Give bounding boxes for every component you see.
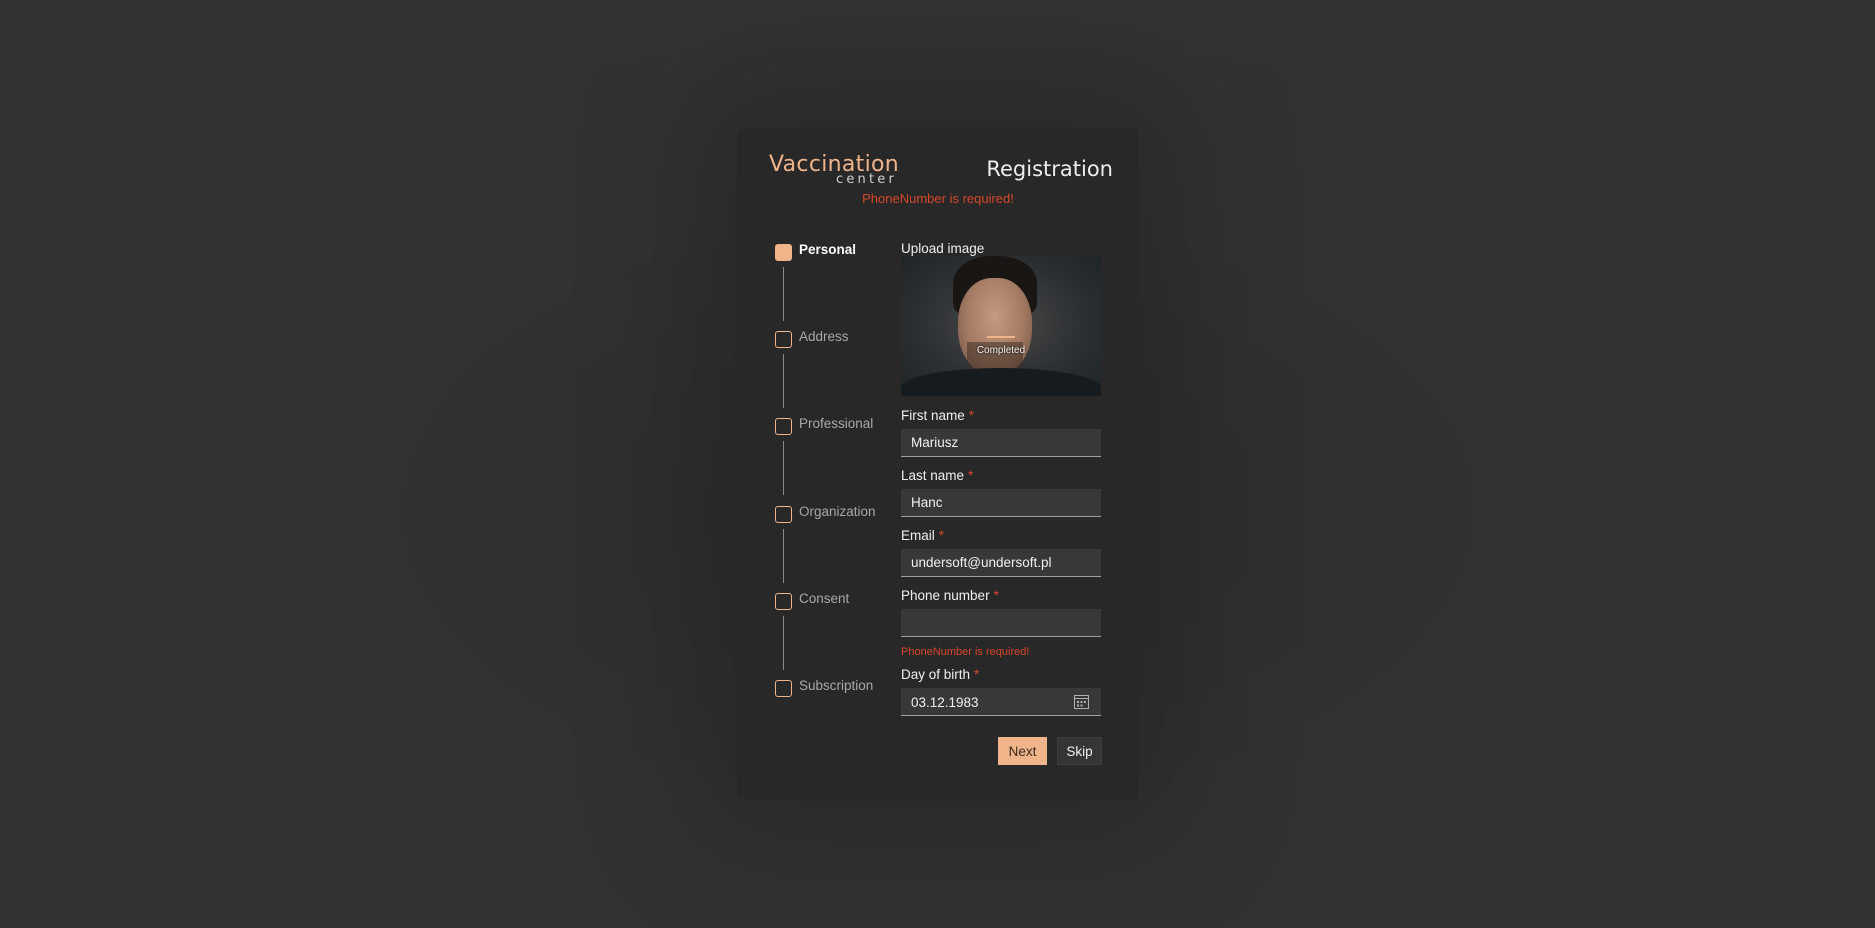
vaccination-center-logo: Vaccination center [769,154,899,187]
step-label: Personal [799,242,857,257]
required-marker: * [993,588,999,603]
skip-button[interactable]: Skip [1057,737,1102,765]
required-marker: * [974,667,980,682]
step-connector [783,267,784,321]
form-error-message: PhoneNumber is required! [862,191,1014,206]
upload-status: Completed [976,345,1026,356]
step-connector [783,441,784,495]
phone-number-error: PhoneNumber is required! [901,646,1030,658]
email-input[interactable] [901,549,1101,577]
day-of-birth-label: Day of birth * [901,667,980,682]
day-of-birth-value: 03.12.1983 [911,695,979,710]
first-name-field: First name * [901,408,1101,457]
upload-progress-bar [987,336,1015,338]
step-checkbox[interactable] [775,680,792,697]
calendar-icon[interactable] [1074,694,1089,709]
upload-image-label: Upload image [901,241,985,256]
required-marker: * [968,468,974,483]
email-field: Email * [901,528,1101,577]
photo-portrait-shoulders [901,368,1101,396]
registration-card: Vaccination center Registration PhoneNum… [737,129,1139,799]
day-of-birth-input[interactable]: 03.12.1983 [901,688,1101,716]
step-checkbox[interactable] [775,506,792,523]
profile-photo-upload[interactable]: Completed [901,256,1101,396]
required-marker: * [968,408,975,423]
step-connector [783,354,784,408]
required-marker: * [938,528,945,543]
step-checkbox[interactable] [775,244,792,261]
step-label: Organization [799,504,876,519]
step-checkbox[interactable] [775,593,792,610]
step-label: Address [799,329,849,344]
step-connector [783,616,784,670]
first-name-input[interactable] [901,429,1101,457]
day-of-birth-field: Day of birth * 03.12.1983 [901,667,1101,716]
step-checkbox[interactable] [775,331,792,348]
next-button[interactable]: Next [998,737,1047,765]
step-connector [783,529,784,583]
first-name-label: First name * [901,408,975,423]
phone-number-field: Phone number * PhoneNumber is required! [901,588,1101,658]
last-name-field: Last name * [901,468,1101,517]
email-label: Email * [901,528,945,543]
step-checkbox[interactable] [775,418,792,435]
last-name-input[interactable] [901,489,1101,517]
last-name-label: Last name * [901,468,974,483]
step-label: Subscription [799,678,874,693]
phone-number-input[interactable] [901,609,1101,637]
phone-number-label: Phone number * [901,588,999,603]
step-label: Professional [799,416,874,431]
step-label: Consent [799,591,850,606]
page-title: Registration [986,157,1113,181]
